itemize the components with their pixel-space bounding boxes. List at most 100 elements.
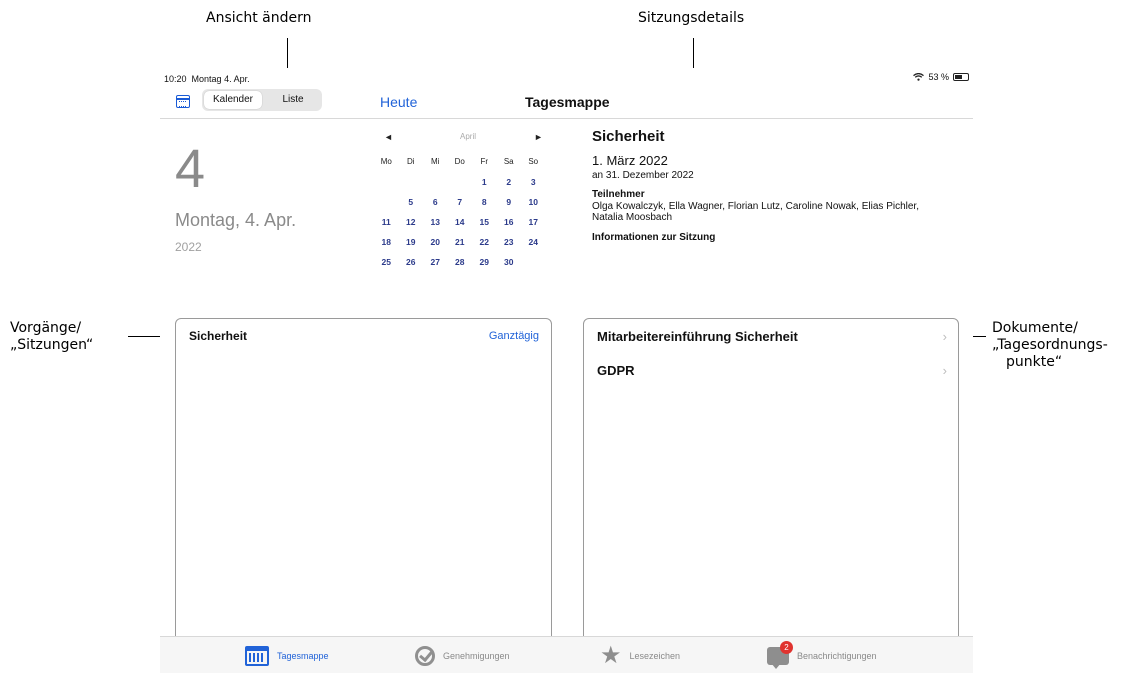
ipad-screen: 10:20 Montag 4. Apr. 53 % Kalender Liste… [160,68,973,673]
weekday-label: Do [454,157,465,166]
selected-day-number: 4 [175,139,206,199]
chevron-right-icon: › [942,329,947,344]
annotation-documents-line2: „Tagesordnungs- [992,337,1108,353]
calendar-day[interactable]: 15 [472,212,497,232]
calendar-day[interactable]: 12 [399,212,424,232]
battery-icon [953,73,969,81]
calendar-day[interactable]: 24 [521,232,546,252]
segment-list[interactable]: Liste [266,91,320,109]
calendar-day[interactable]: 19 [399,232,424,252]
calendar-day[interactable]: 13 [423,212,448,232]
calendar-day[interactable]: 3 [521,172,546,192]
weekday-label: Sa [503,157,514,166]
calendar-empty-cell [423,172,448,192]
calendar-day[interactable]: 28 [448,252,473,272]
calendar-day[interactable]: 2 [497,172,522,192]
document-item[interactable]: GDPR › [597,363,947,383]
calendar-day[interactable]: 25 [374,252,399,272]
tab-label: Benachrichtigungen [797,651,877,661]
status-date: Montag 4. Apr. [191,74,250,84]
calendar-day[interactable]: 14 [448,212,473,232]
calendar-icon [245,646,269,666]
checkmark-icon [415,646,435,666]
calendar-day[interactable]: 17 [521,212,546,232]
calendar-empty-cell [399,172,424,192]
document-label: GDPR [597,363,635,378]
calendar-day[interactable]: 23 [497,232,522,252]
previous-month-arrow-icon[interactable]: ◄ [384,132,393,146]
next-month-arrow-icon[interactable]: ► [534,132,543,146]
tab-bar: Tagesmappe Genehmigungen ★ Lesezeichen 2… [160,636,973,673]
calendar-day[interactable]: 6 [423,192,448,212]
calendar-day[interactable]: 27 [423,252,448,272]
tab-label: Lesezeichen [629,651,681,661]
calendar-day[interactable]: 22 [472,232,497,252]
document-label: Mitarbeitereinführung Sicherheit [597,329,798,344]
calendar-day-selected[interactable]: 4 [374,192,399,212]
weekday-label: Di [406,157,415,166]
selected-day-name: Montag, 4. Apr. [175,210,297,230]
chevron-right-icon: › [942,363,947,378]
annotation-documents-line1: Dokumente/ [992,320,1078,336]
event-title: Sicherheit [189,329,248,343]
annotation-session-details: Sitzungsdetails [638,10,745,26]
calendar-day[interactable]: 16 [497,212,522,232]
navigation-bar: Kalender Liste Heute Tagesmappe [160,86,973,119]
event-time: Ganztägig [488,330,539,342]
wifi-icon [913,73,925,81]
documents-panel: Mitarbeitereinführung Sicherheit › GDPR … [583,318,959,673]
calendar-day[interactable]: 26 [399,252,424,272]
tab-tagesmappe[interactable]: Tagesmappe [245,641,329,671]
view-segmented-control: Kalender Liste [202,89,322,111]
page-title: Tagesmappe [525,94,610,110]
tab-label: Tagesmappe [277,651,329,661]
calendar-day[interactable]: 7 [448,192,473,212]
calendar-day[interactable]: 20 [423,232,448,252]
selected-year: 2022 [175,240,202,254]
annotation-processes-line1: Vorgänge/ [10,320,82,336]
annotation-processes-line2: „Sitzungen“ [10,337,94,353]
calendar-day[interactable]: 21 [448,232,473,252]
chat-bubble-icon: 2 [767,641,793,669]
calendar-icon[interactable] [176,95,190,108]
calendar-empty-cell [374,172,399,192]
document-item[interactable]: Mitarbeitereinführung Sicherheit › [597,329,947,349]
calendar-day[interactable]: 29 [472,252,497,272]
weekday-label: So [528,157,539,166]
status-time: 10:20 [164,74,187,84]
mini-calendar-grid: Mo Di Mi Do Fr Sa So 1 2 3 4 5 6 7 8 9 10 11 12 13 14 15 16 17 1… [374,152,546,272]
mini-calendar-month: April [460,132,477,141]
status-bar: 10:20 Montag 4. Apr. 53 % [160,68,973,86]
status-right: 53 % [913,72,969,82]
tab-genehmigungen[interactable]: Genehmigungen [415,641,510,671]
tab-label: Genehmigungen [443,651,510,661]
calendar-day[interactable]: 18 [374,232,399,252]
tab-benachrichtigungen[interactable]: 2 Benachrichtigungen [767,641,877,671]
calendar-day[interactable]: 1 [472,172,497,192]
session-title: Sicherheit [592,128,665,145]
weekday-label: Fr [480,157,489,166]
weekday-label: Mi [431,157,440,166]
annotation-documents-line3: punkte“ [1006,354,1063,370]
session-info-label: Informationen zur Sitzung [592,232,716,243]
weekday-label: Mo [380,157,392,166]
star-icon: ★ [600,642,622,669]
annotation-change-view: Ansicht ändern [206,10,312,26]
participants-label: Teilnehmer [592,189,645,200]
tab-lesezeichen[interactable]: ★ Lesezeichen [600,641,680,671]
participants-list: Olga Kowalczyk, Ella Wagner, Florian Lut… [592,201,919,223]
session-end-date: an 31. Dezember 2022 [592,170,694,181]
calendar-day[interactable]: 10 [521,192,546,212]
today-button[interactable]: Heute [380,94,417,110]
calendar-day[interactable]: 9 [497,192,522,212]
calendar-day[interactable]: 30 [497,252,522,272]
notification-badge: 2 [780,641,793,654]
session-details: Sicherheit 1. März 2022 an 31. Dezember … [592,128,962,243]
sessions-panel: Sicherheit Ganztägig [175,318,552,673]
calendar-day[interactable]: 11 [374,212,399,232]
calendar-empty-cell [521,252,546,272]
calendar-day[interactable]: 8 [472,192,497,212]
status-time-date: 10:20 Montag 4. Apr. [164,74,250,84]
calendar-day[interactable]: 5 [399,192,424,212]
segment-calendar[interactable]: Kalender [204,91,262,109]
